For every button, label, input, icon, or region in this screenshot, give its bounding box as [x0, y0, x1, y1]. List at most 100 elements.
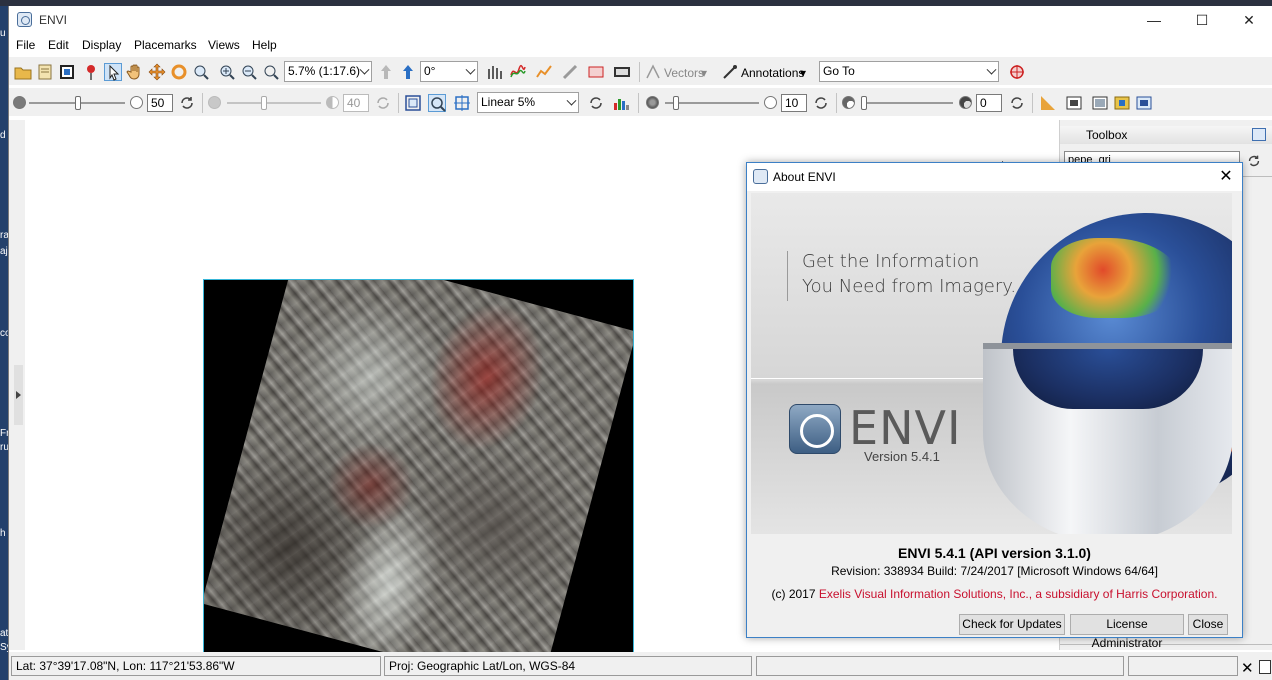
transparency-slider-track[interactable]	[861, 102, 953, 104]
about-dialog: About ENVI ✕ Get the Information You Nee…	[746, 162, 1243, 650]
menu-edit[interactable]: Edit	[48, 38, 69, 52]
cursor-value-icon[interactable]	[613, 63, 631, 81]
placemark-pin-icon[interactable]	[82, 63, 100, 81]
transparency-value[interactable]: 0	[976, 94, 1002, 112]
minimize-button[interactable]: —	[1132, 10, 1176, 30]
open-folder-icon[interactable]	[14, 63, 32, 81]
rotate-up-icon[interactable]	[377, 63, 395, 81]
chevron-down-icon[interactable]: ▾	[701, 66, 707, 80]
sharpen-slider-track[interactable]	[665, 102, 759, 104]
menu-views[interactable]: Views	[208, 38, 240, 52]
chevron-down-icon[interactable]: ▾	[800, 66, 806, 80]
resize-grip-icon[interactable]	[1259, 660, 1271, 674]
chevron-down-icon	[566, 95, 577, 106]
vectors-menu[interactable]: Vectors	[664, 66, 704, 80]
stretch-settings-icon[interactable]	[453, 94, 471, 112]
annotations-menu[interactable]: Annotations	[741, 66, 804, 80]
about-version-line: ENVI 5.4.1 (API version 3.1.0)	[898, 545, 1091, 561]
check-updates-button[interactable]: Check for Updates	[959, 614, 1065, 635]
zoom-out-icon[interactable]	[240, 63, 258, 81]
vectors-icon[interactable]	[644, 63, 662, 81]
zoom-combo[interactable]: 5.7% (1:17.6)	[284, 61, 372, 82]
desktop-icon-label[interactable]: aj	[0, 246, 8, 257]
fly-arrows-icon[interactable]	[148, 63, 166, 81]
stretch-hand-icon[interactable]	[485, 63, 503, 81]
maximize-button[interactable]: ☐	[1180, 10, 1224, 30]
goto-combo[interactable]: Go To	[819, 61, 999, 82]
cancel-process-icon[interactable]: ✕	[1241, 659, 1254, 677]
close-icon[interactable]: ✕	[1214, 166, 1238, 188]
envi-wordmark: ENVI	[849, 401, 962, 455]
swipe-icon[interactable]	[1113, 94, 1131, 112]
brightness-value[interactable]: 50	[147, 94, 173, 112]
zoom-extent-icon[interactable]	[428, 94, 446, 112]
desktop-icon-label[interactable]: at	[0, 628, 8, 639]
north-up-icon[interactable]	[399, 63, 417, 81]
brightness-slider-thumb[interactable]	[75, 96, 81, 110]
menu-placemarks[interactable]: Placemarks	[134, 38, 197, 52]
desktop-icon-label[interactable]: ru	[0, 442, 8, 453]
full-extent-icon[interactable]	[404, 94, 422, 112]
contrast-slider-thumb[interactable]	[261, 96, 267, 110]
goto-value: Go To	[823, 64, 855, 78]
portal-icon[interactable]	[1065, 94, 1083, 112]
contrast-high-icon	[326, 96, 339, 109]
zoom-full-icon[interactable]	[262, 63, 280, 81]
satellite-scene	[204, 280, 633, 680]
data-manager-icon[interactable]	[36, 63, 54, 81]
sharpen-low-icon	[646, 96, 659, 109]
brightness-dark-icon	[13, 96, 26, 109]
contrast-slider-track[interactable]	[227, 102, 321, 104]
profile-icon[interactable]	[535, 63, 553, 81]
annotations-icon[interactable]	[721, 63, 739, 81]
close-dialog-button[interactable]: Close	[1188, 614, 1228, 635]
contrast-value[interactable]: 40	[343, 94, 369, 112]
license-administrator-button[interactable]: License Administrator	[1070, 614, 1184, 650]
pan-hand-icon[interactable]	[126, 63, 144, 81]
desktop-icon-label[interactable]: co	[0, 328, 8, 339]
transparency-slider-thumb[interactable]	[861, 96, 867, 110]
desktop-icon-label[interactable]: u	[0, 28, 8, 39]
crop-icon[interactable]	[58, 63, 76, 81]
expand-panel-icon[interactable]	[14, 365, 23, 425]
rotation-combo[interactable]: 0°	[420, 61, 478, 82]
select-cursor-icon[interactable]	[104, 63, 122, 81]
status-bar: Lat: 37°39'17.08"N, Lon: 117°21'53.86"W …	[9, 652, 1272, 680]
pin-icon[interactable]	[1252, 128, 1266, 141]
raster-image[interactable]	[203, 279, 634, 680]
gradient-icon[interactable]	[1039, 94, 1057, 112]
chip-view-icon[interactable]	[587, 63, 605, 81]
flicker-icon[interactable]	[1091, 94, 1109, 112]
close-window-button[interactable]: ✕	[1227, 10, 1271, 30]
menu-display[interactable]: Display	[82, 38, 121, 52]
zoom-magnifier-icon[interactable]	[192, 63, 210, 81]
menu-help[interactable]: Help	[252, 38, 277, 52]
chevron-down-icon	[986, 64, 997, 75]
sharpen-value[interactable]: 10	[781, 94, 807, 112]
refresh-icon[interactable]	[1246, 153, 1262, 169]
reset-brightness-icon[interactable]	[178, 94, 196, 112]
measure-icon[interactable]	[561, 63, 579, 81]
menu-file[interactable]: File	[16, 38, 35, 52]
about-splash-image: Get the Information You Need from Imager…	[751, 193, 1232, 534]
reset-sharpen-icon[interactable]	[812, 94, 830, 112]
desktop-icon-label[interactable]: Fr	[0, 428, 8, 439]
desktop-icon-label[interactable]: ra	[0, 230, 8, 241]
rotate-icon[interactable]	[170, 63, 188, 81]
about-dialog-title: About ENVI	[773, 170, 836, 184]
desktop-icon-label[interactable]: d	[0, 130, 8, 141]
layer-manager-collapsed	[9, 120, 25, 650]
desktop-icon-label[interactable]: h	[0, 528, 8, 539]
histogram-icon[interactable]	[612, 94, 630, 112]
rotation-value: 0°	[424, 64, 436, 78]
reset-contrast-icon[interactable]	[374, 94, 392, 112]
reset-stretch-icon[interactable]	[587, 94, 605, 112]
crosshair-icon[interactable]	[1008, 63, 1026, 81]
blend-icon[interactable]	[1135, 94, 1153, 112]
sharpen-slider-thumb[interactable]	[673, 96, 679, 110]
desktop-icon-label[interactable]: Sy	[0, 642, 8, 653]
spectral-profile-icon[interactable]	[509, 63, 527, 81]
stretch-type-combo[interactable]: Linear 5%	[477, 92, 579, 113]
reset-transparency-icon[interactable]	[1008, 94, 1026, 112]
zoom-in-icon[interactable]	[218, 63, 236, 81]
